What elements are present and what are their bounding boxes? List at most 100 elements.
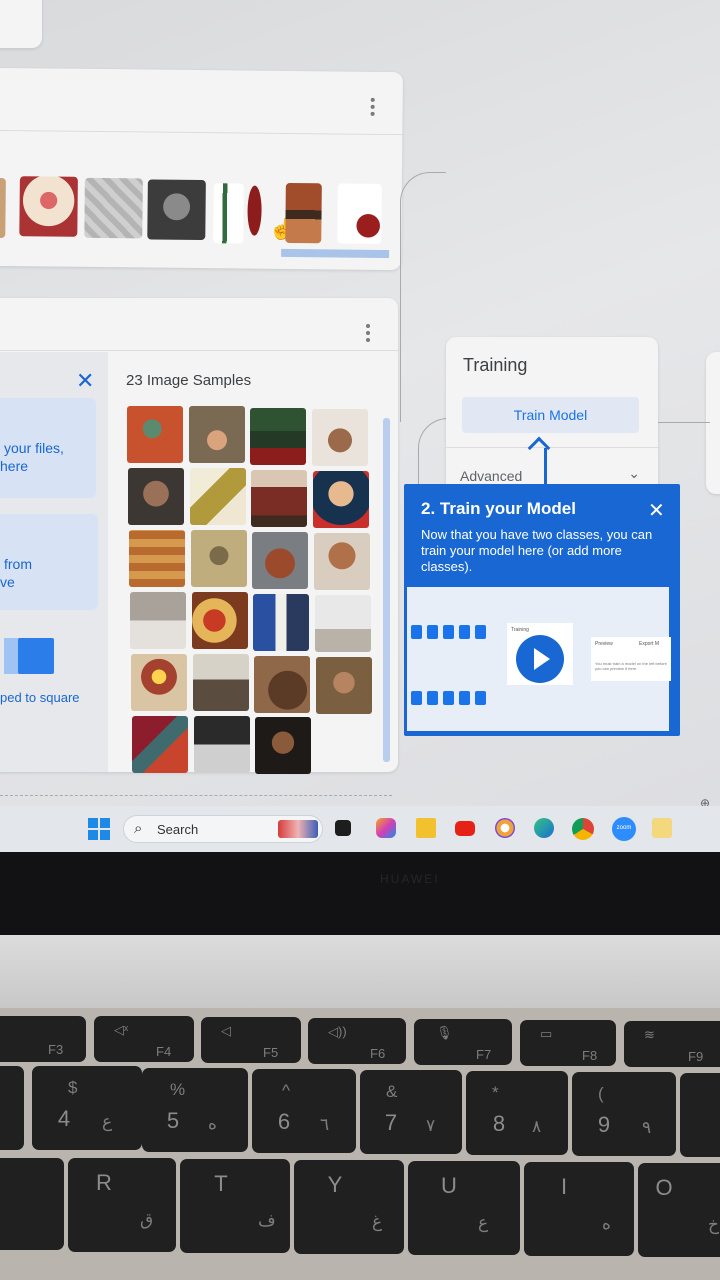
- sample-image[interactable]: [314, 533, 370, 590]
- key-f7-label: F7: [476, 1047, 492, 1062]
- upload-files-text-2: here: [0, 458, 29, 474]
- sample-image[interactable]: [252, 532, 308, 589]
- key-6-shift: ^: [282, 1081, 290, 1100]
- upload-panel: ✕ your files, here from ve ped to square: [0, 352, 108, 772]
- class-thumbnail[interactable]: [84, 177, 143, 239]
- sample-image[interactable]: [131, 654, 187, 711]
- chevron-down-icon: ⌄: [628, 465, 640, 481]
- key-f6[interactable]: ◁)) F6: [308, 1018, 406, 1064]
- class-thumbnail[interactable]: [19, 176, 78, 237]
- play-button-icon[interactable]: [516, 635, 564, 683]
- video-sample-icon: [427, 691, 438, 705]
- sample-image[interactable]: [130, 592, 186, 649]
- training-title: Training: [463, 355, 528, 375]
- key-f7[interactable]: 🎙 F7: [414, 1019, 512, 1065]
- sample-image[interactable]: [129, 530, 185, 587]
- import-option[interactable]: from ve: [0, 514, 98, 610]
- sample-image[interactable]: [312, 409, 368, 466]
- train-model-button[interactable]: Train Model: [462, 397, 639, 433]
- key-f8[interactable]: ▭ F8: [520, 1020, 616, 1066]
- class-thumbnail[interactable]: [337, 183, 382, 244]
- tutorial-popup: 2. Train your Model ✕ Now that you have …: [404, 484, 680, 736]
- sample-image[interactable]: [189, 406, 245, 463]
- sample-image[interactable]: [250, 408, 306, 465]
- training-card: Training Train Model Advanced ⌄: [446, 337, 658, 497]
- taskbar: ⌕ Search zoom: [0, 806, 720, 852]
- video-sample-icon: [475, 691, 486, 705]
- key-o[interactable]: O خ: [638, 1163, 720, 1257]
- sample-image[interactable]: [313, 471, 369, 528]
- class-card-menu-icon[interactable]: [370, 97, 375, 116]
- video-preview-panel: Preview Export M You must train a model …: [591, 637, 671, 681]
- key-o-alt: خ: [708, 1215, 719, 1234]
- edge-icon[interactable]: [534, 818, 554, 838]
- sample-image[interactable]: [254, 656, 310, 713]
- tutorial-close-icon[interactable]: ✕: [648, 498, 665, 523]
- key-f4[interactable]: ◁ˣ F4: [94, 1016, 194, 1062]
- sample-image[interactable]: [192, 592, 248, 649]
- class-thumbnail[interactable]: [247, 185, 262, 236]
- dataset-card-menu-icon[interactable]: [366, 324, 370, 342]
- key-0-partial[interactable]: [680, 1073, 720, 1157]
- key-f3[interactable]: F3: [0, 1016, 86, 1062]
- sample-image[interactable]: [132, 716, 188, 773]
- notes-app-icon[interactable]: [652, 818, 672, 838]
- file-explorer-icon[interactable]: [416, 818, 436, 838]
- video-sample-icon: [459, 625, 470, 639]
- key-y-alt: غ: [372, 1212, 383, 1231]
- monitor-screen: ☝ ✕ your files, here from ve ped to squa…: [0, 0, 720, 860]
- video-training-label: Training: [511, 627, 529, 633]
- class-thumbnail[interactable]: [285, 182, 322, 244]
- key-f9[interactable]: ≋ F9: [624, 1021, 720, 1067]
- sample-image[interactable]: [316, 657, 372, 714]
- key-4-shift: $: [68, 1078, 78, 1097]
- youtube-icon[interactable]: [455, 821, 475, 836]
- sample-image[interactable]: [251, 470, 307, 527]
- video-sample-icon: [459, 691, 470, 705]
- video-sample-icon: [427, 625, 438, 639]
- app-icon[interactable]: [495, 818, 515, 838]
- copilot-icon[interactable]: [376, 818, 396, 838]
- class-thumbnail[interactable]: [0, 177, 6, 239]
- task-view-icon[interactable]: [335, 820, 351, 836]
- key-f8-label: F8: [582, 1048, 598, 1063]
- key-o-main: O: [655, 1175, 673, 1200]
- taskbar-search[interactable]: ⌕ Search: [123, 815, 323, 843]
- flow-connector: [400, 172, 446, 422]
- import-option-text-2: ve: [0, 574, 15, 590]
- class-thumbnail[interactable]: [213, 183, 244, 244]
- key-f4-icon: ◁ˣ: [114, 1022, 129, 1037]
- laptop-deck: [0, 935, 720, 1015]
- sample-image[interactable]: [253, 594, 309, 651]
- video-hint-text: You must train a model on the left befor…: [595, 661, 667, 671]
- tutorial-video[interactable]: Training Preview Export M You must train…: [407, 587, 671, 731]
- key-f5-icon: ◁: [221, 1023, 231, 1038]
- samples-scrollbar[interactable]: [383, 418, 390, 762]
- key-9[interactable]: ( 9 ٩: [572, 1072, 676, 1156]
- sample-image[interactable]: [191, 530, 247, 587]
- close-icon[interactable]: ✕: [76, 368, 94, 394]
- class-thumbnail[interactable]: [147, 179, 206, 241]
- upload-progress-bar: [281, 248, 390, 259]
- chrome-icon[interactable]: [572, 818, 594, 840]
- upload-files-option[interactable]: your files, here: [0, 398, 96, 498]
- sample-image[interactable]: [128, 468, 184, 525]
- key-9-shift: (: [598, 1084, 604, 1103]
- video-export-label: Export M: [639, 641, 660, 647]
- key-f3-label: F3: [48, 1042, 64, 1057]
- sample-image[interactable]: [193, 654, 249, 711]
- sample-image[interactable]: [190, 468, 246, 525]
- sample-image[interactable]: [194, 716, 250, 773]
- key-9-main: 9: [597, 1112, 611, 1137]
- zoom-icon[interactable]: zoom: [612, 817, 636, 841]
- windows-start-icon[interactable]: [88, 818, 110, 840]
- sample-image[interactable]: [255, 717, 311, 774]
- advanced-label: Advanced: [460, 468, 523, 484]
- crop-text: ped to square: [0, 690, 80, 705]
- sample-image[interactable]: [315, 595, 371, 652]
- sample-image[interactable]: [127, 406, 183, 463]
- key-f5[interactable]: ◁ F5: [201, 1017, 301, 1063]
- video-sample-icon: [411, 691, 422, 705]
- video-sample-icon: [411, 625, 422, 639]
- key-i-alt: ه: [602, 1214, 611, 1233]
